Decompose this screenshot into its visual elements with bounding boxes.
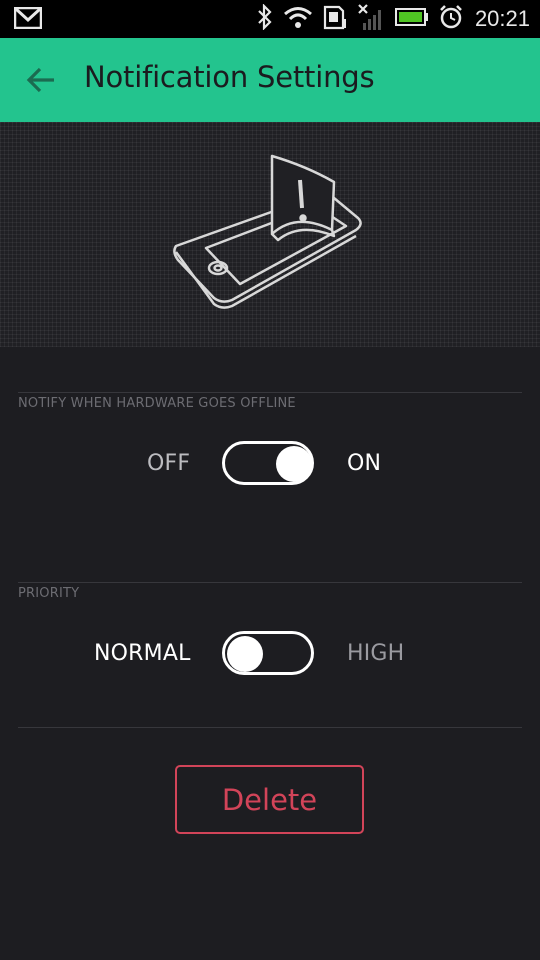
bluetooth-icon <box>257 3 273 34</box>
gmail-icon <box>13 6 43 33</box>
delete-button[interactable]: Delete <box>175 765 364 834</box>
toggle-knob <box>227 636 263 672</box>
status-time: 20:21 <box>474 6 530 31</box>
divider <box>18 727 522 728</box>
no-signal-icon <box>357 3 385 35</box>
off-label: OFF <box>147 451 191 476</box>
priority-toggle[interactable] <box>222 631 314 675</box>
priority-section-label: PRIORITY <box>18 586 80 601</box>
wifi-icon <box>283 5 313 33</box>
offline-notify-toggle[interactable] <box>222 441 314 485</box>
divider <box>18 582 522 583</box>
alarm-icon <box>439 4 463 34</box>
toggle-knob <box>276 446 312 482</box>
sd-card-icon <box>323 4 347 34</box>
app-bar: Notification Settings <box>0 38 540 122</box>
arrow-left-icon[interactable] <box>26 66 58 94</box>
on-label: ON <box>347 451 382 476</box>
status-bar: 20:21 <box>0 0 540 38</box>
battery-icon <box>394 7 429 31</box>
hero-banner <box>0 122 540 347</box>
page-title: Notification Settings <box>84 60 375 94</box>
normal-label: NORMAL <box>94 641 191 666</box>
divider <box>18 392 522 393</box>
high-label: HIGH <box>347 641 405 666</box>
offline-section-label: NOTIFY WHEN HARDWARE GOES OFFLINE <box>18 396 296 411</box>
